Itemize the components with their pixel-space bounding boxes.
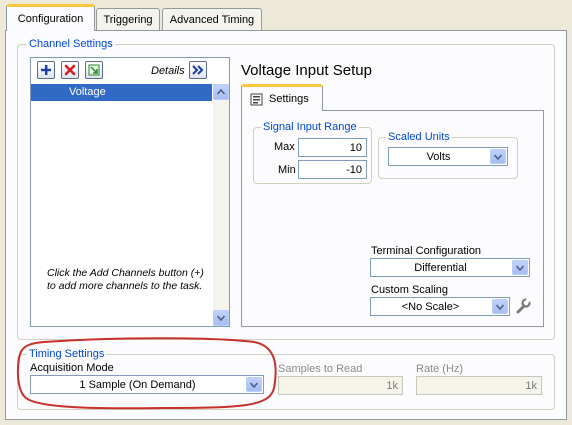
custom-scaling-value: <No Scale> [401,300,460,313]
voltage-setup-title: Voltage Input Setup [241,62,372,79]
tab-configuration[interactable]: Configuration [6,4,95,31]
channel-config-button[interactable] [85,61,103,79]
details-label: Details [151,65,185,77]
settings-document-icon [250,93,263,105]
custom-scaling-select[interactable]: <No Scale> [370,297,510,316]
min-value: -10 [346,163,362,176]
settings-tab-label: Settings [269,93,309,105]
max-input[interactable]: 10 [298,138,367,157]
rate-input[interactable]: 1k [416,376,542,395]
tab-label: Advanced Timing [169,13,255,26]
arrow-up-icon [217,89,225,95]
channel-wiring-icon [88,64,100,76]
dropdown-arrow-icon [492,299,508,314]
add-channel-button[interactable] [37,61,55,79]
signal-input-range-title: Signal Input Range [261,121,359,133]
channel-list-item[interactable]: Voltage [31,84,212,101]
dropdown-arrow-icon [512,260,528,275]
samples-to-read-input[interactable]: 1k [278,376,403,395]
scroll-down-button[interactable] [213,310,229,326]
arrow-down-icon [217,315,225,321]
samples-to-read-label: Samples to Read [278,363,363,375]
tab-label: Configuration [17,13,84,25]
tab-triggering[interactable]: Triggering [96,8,160,30]
tab-advanced-timing[interactable]: Advanced Timing [162,8,262,30]
double-chevron-right-icon [192,65,204,75]
custom-scaling-label: Custom Scaling [371,284,449,296]
max-label: Max [274,141,295,153]
channel-settings-title: Channel Settings [27,38,115,50]
wrench-scaling-button[interactable] [514,297,532,315]
delete-x-icon [64,64,76,76]
scroll-up-button[interactable] [213,84,229,100]
scaled-units-title: Scaled Units [386,131,452,143]
channel-name: Voltage [69,86,106,98]
terminal-config-value: Differential [414,261,467,274]
samples-to-read-value: 1k [386,379,398,392]
channel-list-help-text: Click the Add Channels button (+) to add… [47,267,204,292]
terminal-config-select[interactable]: Differential [370,258,530,277]
rate-value: 1k [525,379,537,392]
wrench-icon [516,298,531,314]
settings-tab[interactable]: Settings [241,84,323,111]
tab-label: Triggering [103,13,153,26]
details-toggle-button[interactable] [189,61,207,79]
min-input[interactable]: -10 [298,160,367,179]
terminal-config-label: Terminal Configuration [371,245,482,257]
rate-label: Rate (Hz) [416,363,464,375]
scaled-units-value: Volts [426,150,451,163]
min-label: Min [278,164,296,176]
remove-channel-button[interactable] [61,61,79,79]
channel-list-scrollbar[interactable] [213,84,229,326]
scaled-units-select[interactable]: Volts [388,147,508,166]
highlight-annotation-ring [16,337,277,410]
max-value: 10 [349,141,362,154]
plus-icon [41,65,51,75]
dropdown-arrow-icon [490,149,506,164]
